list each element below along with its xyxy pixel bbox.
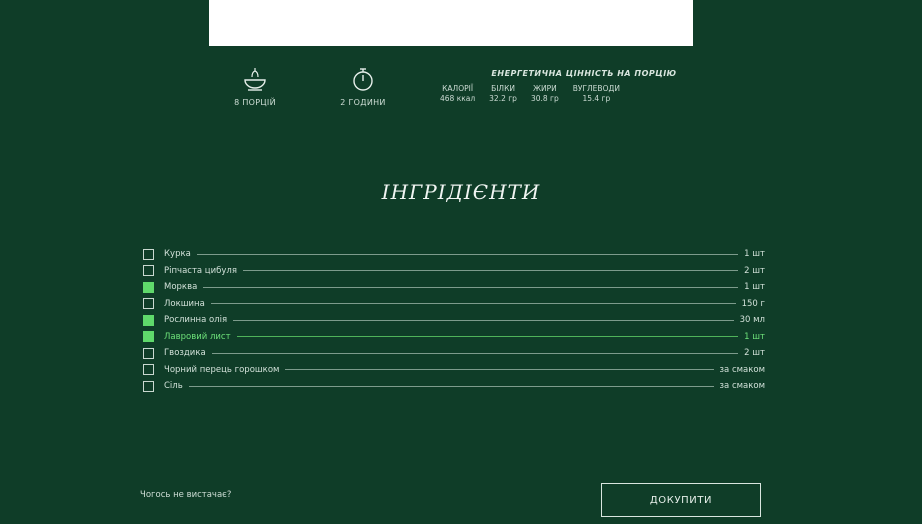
ingredient-checkbox[interactable] xyxy=(143,347,154,359)
ingredient-row[interactable]: Морква 1 шт xyxy=(143,279,765,296)
nutrient-calories: КАЛОРІЇ 468 ккал xyxy=(440,84,475,104)
ingredient-quantity: 1 шт xyxy=(744,331,765,342)
nutrient-label: ВУГЛЕВОДИ xyxy=(572,84,620,93)
nutrient-protein: БІЛКИ 32.2 гр xyxy=(489,84,517,104)
buy-button[interactable]: ДОКУПИТИ xyxy=(601,483,761,517)
leader-line xyxy=(242,270,739,272)
ingredient-checkbox[interactable] xyxy=(143,331,154,343)
ingredient-row[interactable]: Чорний перець горошком за смаком xyxy=(143,362,765,379)
ingredient-checkbox[interactable] xyxy=(143,380,154,392)
ingredient-checkbox[interactable] xyxy=(143,364,154,376)
ingredient-name: Локшина xyxy=(164,298,205,309)
ingredient-name: Чорний перець горошком xyxy=(164,364,280,375)
ingredient-checkbox[interactable] xyxy=(143,248,154,260)
ingredient-row[interactable]: Гвоздика 2 шт xyxy=(143,345,765,362)
ingredients-title: ІНГРІДІЄНТИ xyxy=(381,180,541,204)
ingredient-row[interactable]: Лавровий лист 1 шт xyxy=(143,329,765,346)
ingredient-name: Сіль xyxy=(164,381,183,392)
ingredient-name: Рослинна олія xyxy=(164,315,228,326)
ingredient-quantity: 30 мл xyxy=(739,315,765,326)
ingredient-name: Гвоздика xyxy=(164,348,206,359)
ingredient-checkbox[interactable] xyxy=(143,314,154,326)
nutrient-value: 32.2 гр xyxy=(489,94,517,103)
leader-line xyxy=(196,253,739,255)
ingredient-checkbox[interactable] xyxy=(143,281,154,293)
ingredient-quantity: за смаком xyxy=(719,381,765,392)
ingredient-checkbox[interactable] xyxy=(143,265,154,277)
stopwatch-icon xyxy=(353,68,373,91)
ingredient-row[interactable]: Ріпчаста цибуля 2 шт xyxy=(143,263,765,280)
ingredient-row[interactable]: Рослинна олія 30 мл xyxy=(143,312,765,329)
ingredient-name: Лавровий лист xyxy=(164,331,231,342)
nutrient-carbs: ВУГЛЕВОДИ 15.4 гр xyxy=(573,84,620,104)
ingredient-quantity: 150 г xyxy=(741,298,765,309)
ingredient-quantity: 2 шт xyxy=(744,348,765,359)
ingredient-quantity: за смаком xyxy=(719,364,765,375)
bowl-icon xyxy=(244,68,266,91)
ingredient-name: Морква xyxy=(164,282,198,293)
energy-title: ЕНЕРГЕТИЧНА ЦІННІСТЬ НА ПОРЦІЮ xyxy=(491,69,677,78)
ingredients-list: Курка 1 шт Ріпчаста цибуля 2 шт Морква 1… xyxy=(143,246,765,395)
leader-line xyxy=(210,303,736,305)
nutrient-value: 468 ккал xyxy=(440,94,476,103)
leader-line xyxy=(211,352,739,354)
nutrient-value: 15.4 гр xyxy=(582,94,611,103)
servings-info: 8 ПОРЦІЙ xyxy=(210,66,300,107)
nutrient-label: БІЛКИ xyxy=(491,84,516,93)
ingredient-quantity: 1 шт xyxy=(744,282,765,293)
time-label: 2 ГОДИНИ xyxy=(340,98,386,107)
time-info: 2 ГОДИНИ xyxy=(318,66,408,107)
ingredient-row[interactable]: Сіль за смаком xyxy=(143,378,765,395)
ingredient-name: Ріпчаста цибуля xyxy=(164,265,237,276)
nutrient-fat: ЖИРИ 30.8 гр xyxy=(531,84,559,104)
ingredient-row[interactable]: Курка 1 шт xyxy=(143,246,765,263)
leader-line xyxy=(188,385,714,387)
leader-line xyxy=(233,319,734,321)
ingredient-row[interactable]: Локшина 150 г xyxy=(143,296,765,313)
leader-line xyxy=(203,286,739,288)
ingredient-quantity: 1 шт xyxy=(744,249,765,260)
ingredient-name: Курка xyxy=(164,249,191,260)
servings-label: 8 ПОРЦІЙ xyxy=(234,98,276,107)
nutrient-label: ЖИРИ xyxy=(532,84,557,93)
nutrient-value: 30.8 гр xyxy=(530,94,559,103)
missing-ingredients-text: Чогось не вистачає? xyxy=(140,490,232,500)
leader-line xyxy=(285,369,714,371)
energy-value-block: ЕНЕРГЕТИЧНА ЦІННІСТЬ НА ПОРЦІЮ КАЛОРІЇ 4… xyxy=(440,69,720,104)
recipe-image-card xyxy=(209,0,693,46)
nutrient-label: КАЛОРІЇ xyxy=(442,84,474,93)
ingredient-quantity: 2 шт xyxy=(744,265,765,276)
ingredient-checkbox[interactable] xyxy=(143,298,154,310)
leader-line xyxy=(236,336,739,338)
